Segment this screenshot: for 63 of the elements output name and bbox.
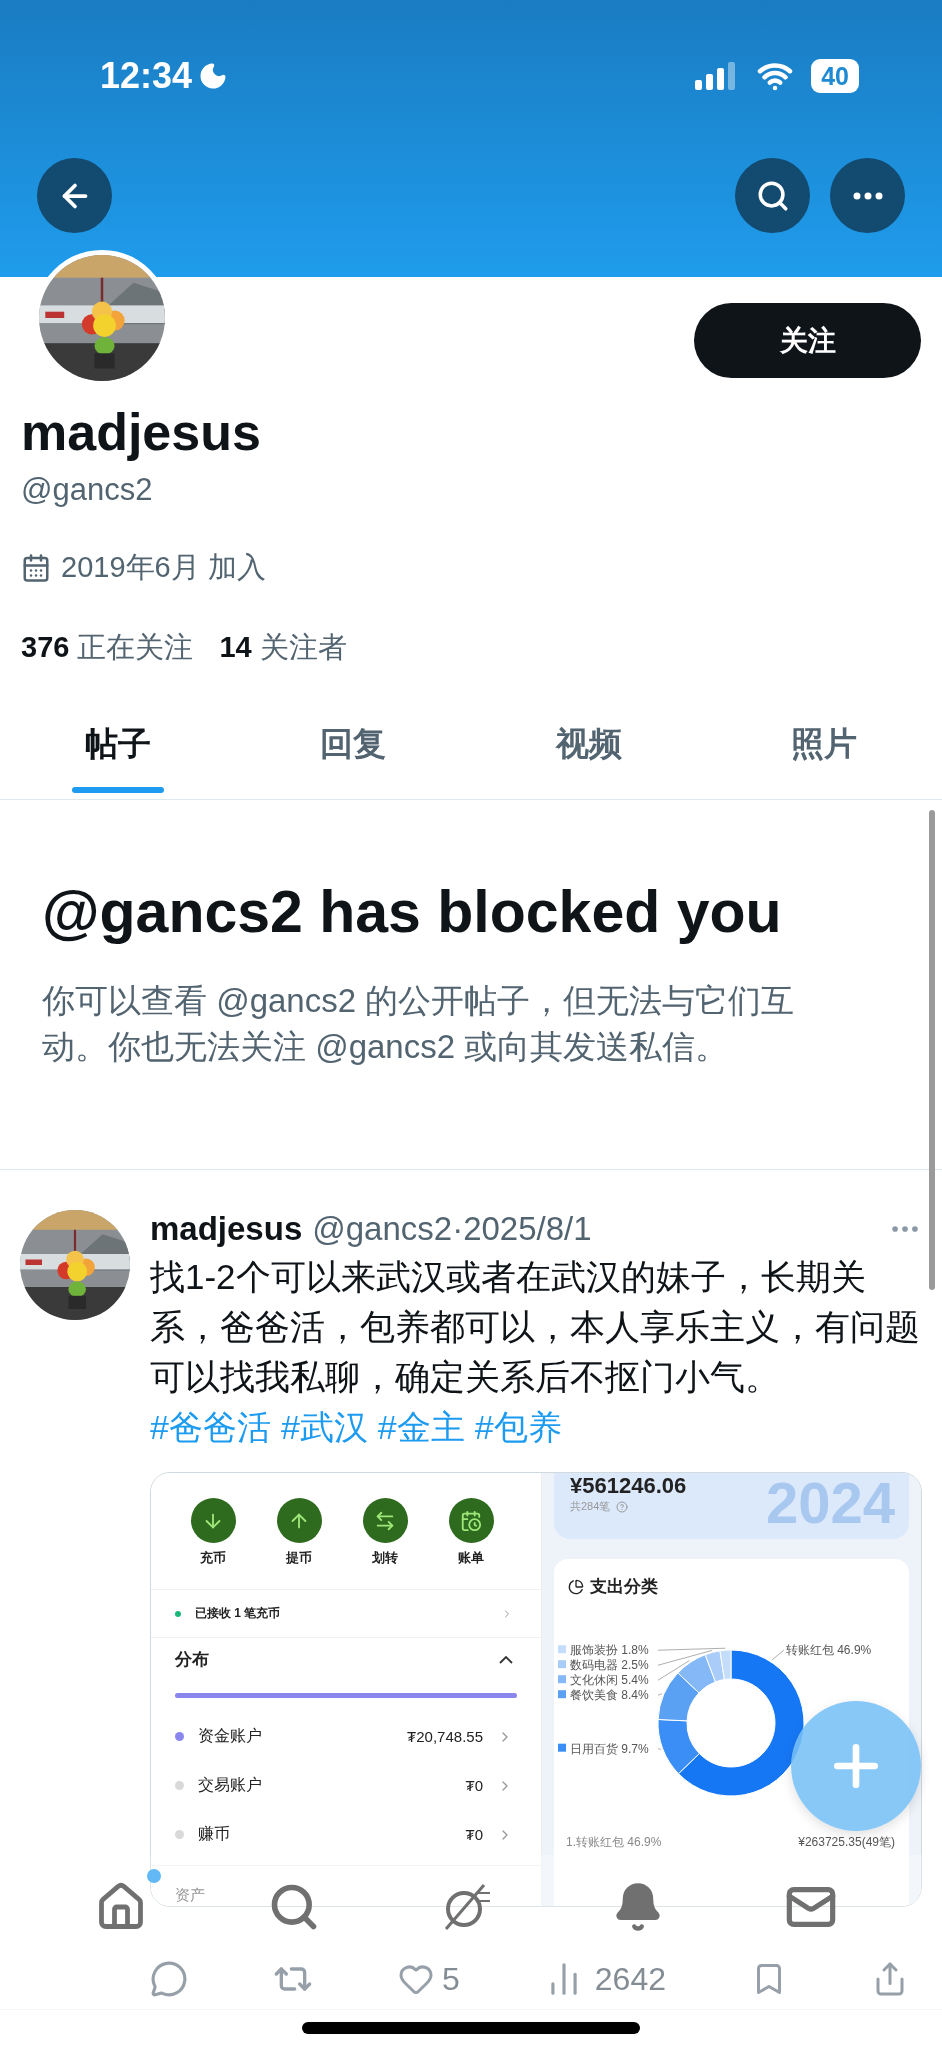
battery-indicator: 40	[811, 59, 859, 93]
profile-name: madjesus	[21, 404, 261, 460]
chart-label: 数码电器 2.5%	[570, 1658, 649, 1673]
follow-button[interactable]: 关注	[694, 303, 921, 378]
top-amount: ¥263725.35(49笔)	[798, 1834, 895, 1851]
chart-label: 日用百货 9.7%	[570, 1741, 649, 1756]
account-amount: ₮20,748.55	[407, 1728, 483, 1745]
profile-tab[interactable]: 帖子	[0, 696, 236, 799]
top-category: 1.转账红包 46.9%	[566, 1834, 662, 1851]
action-label: 充币	[200, 1549, 226, 1567]
action-circle-icon	[448, 1498, 494, 1543]
leader-line	[657, 1748, 662, 1750]
calendar-icon	[21, 553, 51, 583]
account-name: 资金账户	[198, 1726, 262, 1746]
chevron-up-icon	[499, 1655, 513, 1664]
chart-label: 文化休闲 5.4%	[570, 1673, 649, 1688]
post-text: 找1-2个可以来武汉或者在武汉的妹子，长期关系，爸爸活，包养都可以，本人享乐主义，有问题可以找我私聊，确定关系后不抠门小气。	[150, 1256, 921, 1398]
pie-icon	[568, 1578, 584, 1595]
help-icon	[616, 1500, 629, 1513]
leader-line	[657, 1693, 663, 1696]
legend-swatch	[558, 1743, 566, 1752]
more-icon	[852, 191, 883, 200]
chart-label: 转账红包 46.9%	[785, 1643, 872, 1658]
legend-swatch	[558, 1645, 566, 1654]
section-title: 分布	[175, 1649, 209, 1671]
chart-label: 服饰装扮 1.8%	[570, 1643, 649, 1658]
profile-tab[interactable]: 视频	[471, 696, 707, 799]
profile-handle: @gancs2	[21, 472, 153, 508]
leader-line	[771, 1649, 785, 1661]
legend-swatch	[558, 1675, 566, 1684]
account-amount: ₮0	[465, 1777, 483, 1794]
blocked-description: 你可以查看 @gancs2 的公开帖子，但无法与它们互动。你也无法关注 @gancs2 或向其发送私信。	[42, 981, 796, 1067]
action-label: 划转	[372, 1549, 398, 1567]
footer-label: 资产	[175, 1886, 205, 1905]
profile-tab[interactable]: 照片	[706, 696, 942, 799]
total-amount: ¥561246.06	[570, 1473, 687, 1499]
chart-label: 餐饮美食 8.4%	[570, 1688, 649, 1703]
action-circle-icon	[362, 1498, 408, 1543]
account-name: 赚币	[198, 1824, 230, 1844]
action-circle-icon	[276, 1498, 322, 1543]
followers-count[interactable]: 14 关注者	[219, 628, 347, 668]
action-circle-icon	[190, 1498, 236, 1543]
action-label: 提币	[286, 1549, 312, 1567]
account-amount: ₮0	[465, 1826, 483, 1843]
chart-title: 支出分类	[590, 1576, 658, 1598]
view-count: 2642	[594, 1960, 666, 1998]
count-text: 共284笔	[570, 1499, 611, 1514]
reply-icon[interactable]	[150, 1960, 188, 1998]
legend-swatch	[558, 1660, 566, 1669]
notice-text: 已接收 1 笔充币	[195, 1605, 281, 1622]
author-name: madjesus	[150, 1210, 303, 1248]
status-time: 12:34	[100, 55, 193, 97]
like-count: 5	[442, 1960, 460, 1998]
search-icon	[755, 178, 790, 213]
status-dot	[175, 1610, 181, 1617]
following-count[interactable]: 376 正在关注	[21, 628, 194, 668]
blocked-title: @gancs2 has blocked you	[42, 878, 783, 946]
action-label: 账单	[458, 1549, 484, 1567]
account-name: 交易账户	[198, 1775, 262, 1795]
post-meta: @gancs2·2025/8/1	[312, 1210, 592, 1248]
join-date: 2019年6月 加入	[61, 550, 266, 585]
profile-tab[interactable]: 回复	[235, 696, 471, 799]
legend-swatch	[558, 1690, 566, 1699]
